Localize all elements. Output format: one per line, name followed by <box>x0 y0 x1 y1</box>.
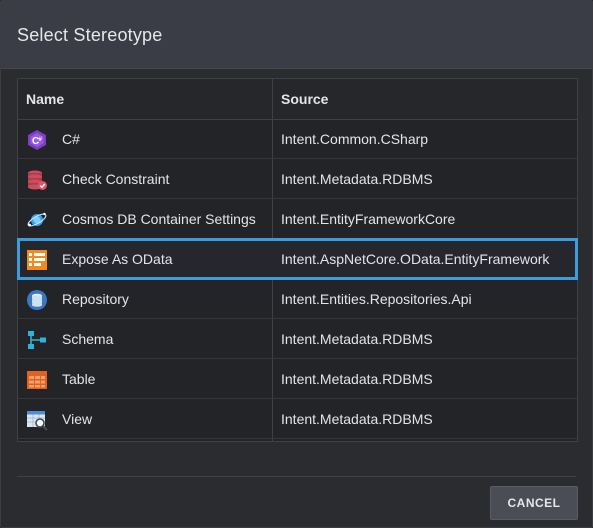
row-source: Intent.EntityFrameworkCore <box>281 211 456 227</box>
select-stereotype-dialog: Select Stereotype Name Source C # C# Int… <box>0 0 593 528</box>
row-source: Intent.Entities.Repositories.Api <box>281 291 472 307</box>
table-row[interactable]: Repository Intent.Entities.Repositories.… <box>18 279 577 319</box>
row-source: Intent.Metadata.RDBMS <box>281 411 433 427</box>
row-name: Schema <box>62 331 114 347</box>
table-row[interactable]: Table Intent.Metadata.RDBMS <box>18 359 577 399</box>
cosmos-db-icon <box>26 209 48 231</box>
row-name: C# <box>62 131 80 147</box>
dialog-title: Select Stereotype <box>17 25 163 45</box>
column-header-source[interactable]: Source <box>281 91 328 107</box>
row-source: Intent.Metadata.RDBMS <box>281 331 433 347</box>
repository-icon <box>26 289 48 311</box>
row-name: Table <box>62 371 96 387</box>
view-icon <box>26 409 48 431</box>
table-row-selected[interactable]: Expose As OData Intent.AspNetCore.OData.… <box>17 238 578 280</box>
table-row[interactable]: View Intent.Metadata.RDBMS <box>18 399 577 439</box>
column-header-name[interactable]: Name <box>26 91 64 107</box>
table-row[interactable]: C # C# Intent.Common.CSharp <box>18 119 577 159</box>
row-name: View <box>62 411 93 427</box>
table-row[interactable]: Cosmos DB Container Settings Intent.Enti… <box>18 199 577 239</box>
footer-divider <box>17 476 576 477</box>
row-source: Intent.Common.CSharp <box>281 131 429 147</box>
row-name: Repository <box>62 291 129 307</box>
row-name: Expose As OData <box>62 251 173 267</box>
row-name: Cosmos DB Container Settings <box>62 211 256 227</box>
csharp-icon: C # <box>26 129 48 151</box>
cancel-button[interactable]: CANCEL <box>490 486 578 520</box>
schema-icon <box>26 329 48 351</box>
row-source: Intent.Metadata.RDBMS <box>281 371 433 387</box>
dialog-header: Select Stereotype <box>1 1 592 69</box>
row-source: Intent.Metadata.RDBMS <box>281 171 433 187</box>
table-row[interactable]: Schema Intent.Metadata.RDBMS <box>18 319 577 359</box>
database-check-icon <box>26 169 48 191</box>
table-row[interactable]: Check Constraint Intent.Metadata.RDBMS <box>18 159 577 199</box>
table-icon <box>26 369 48 391</box>
odata-icon <box>26 249 48 271</box>
stereotype-table: Name Source C # C# Intent.Common.CSharp <box>17 78 578 442</box>
row-source: Intent.AspNetCore.OData.EntityFramework <box>281 251 550 267</box>
table-header: Name Source <box>18 79 577 120</box>
row-name: Check Constraint <box>62 171 170 187</box>
